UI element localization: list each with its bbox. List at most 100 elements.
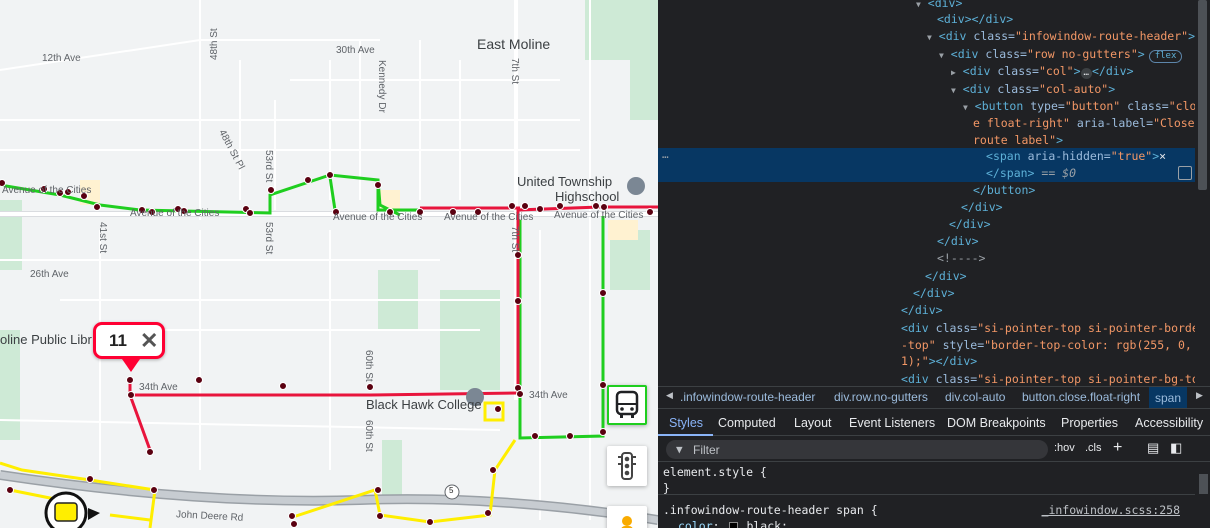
breadcrumb-scroll-right-icon[interactable]: ▶ xyxy=(1196,390,1203,401)
dom-tag: <div> xyxy=(927,0,963,10)
street-41st-st: 41st St xyxy=(97,222,108,254)
dom-node[interactable]: </div> xyxy=(901,302,943,319)
element-style-selector[interactable]: element.style { xyxy=(663,464,767,480)
pegman-icon xyxy=(621,516,633,528)
dom-attr: aria-label xyxy=(1076,116,1147,130)
more-options-icon[interactable]: … xyxy=(662,148,669,161)
dom-node-si-pointer-border[interactable]: <div class="si-pointer-top si-pointer-bo… xyxy=(901,320,1206,337)
dom-node-col-auto[interactable]: ▼ <div class="col-auto"> xyxy=(951,81,1115,98)
dom-attr: style xyxy=(942,338,978,352)
dom-comment-text: <!----> xyxy=(937,251,986,265)
transit-layer-button[interactable] xyxy=(607,385,647,425)
styles-divider xyxy=(658,494,1195,495)
dom-attr: class xyxy=(997,64,1033,78)
styles-scrollbar-track[interactable] xyxy=(1195,462,1210,528)
street-7th-st-south: 7th St xyxy=(509,226,520,253)
dom-attr: class xyxy=(997,82,1033,96)
street-view-button[interactable] xyxy=(607,506,647,528)
dom-attr-value: "button" xyxy=(1064,99,1121,113)
dom-node[interactable]: <div></div> xyxy=(937,11,1013,28)
reveal-in-page-icon[interactable] xyxy=(1178,166,1192,180)
dom-node-button-cont[interactable]: e float-right" aria-label="Close xyxy=(973,115,1195,132)
bus-icon xyxy=(615,390,639,418)
library-label[interactable]: oline Public Libr xyxy=(0,332,92,347)
dom-tag: div xyxy=(969,82,991,96)
dom-node-button[interactable]: ▼ <button type="button" class="clos xyxy=(963,98,1203,115)
dom-node-button-cont2[interactable]: route label"> xyxy=(973,132,1063,149)
breadcrumb-item[interactable]: div.row.no-gutters xyxy=(834,390,928,404)
dom-node-si-pointer-border-cont2[interactable]: 1);"></div> xyxy=(901,353,977,370)
traffic-layer-button[interactable] xyxy=(607,446,647,486)
transit-map[interactable]: East Moline United Township Highschool B… xyxy=(0,0,658,528)
dom-attr-value: "col-auto" xyxy=(1038,82,1109,96)
dom-node[interactable]: </div> xyxy=(913,285,955,302)
dom-node-si-pointer-bg[interactable]: <div class="si-pointer-top si-pointer-bg… xyxy=(901,371,1199,386)
dom-node-span-selected[interactable]: <span aria-hidden="true">× xyxy=(658,148,1195,165)
dom-node-span-selected-close[interactable]: </span> == $0 xyxy=(658,165,1195,182)
college-label[interactable]: Black Hawk College xyxy=(366,397,482,412)
filter-box[interactable]: ▼ xyxy=(666,440,1048,459)
dom-node[interactable]: </button> xyxy=(973,182,1035,199)
street-34th-ave-east: 34th Ave xyxy=(529,390,568,401)
elements-dom-tree[interactable]: ▼ <div> <div></div> ▼ <div class="infowi… xyxy=(658,0,1210,386)
dom-node-col[interactable]: ▶ <div class="col">… </div> xyxy=(951,63,1134,80)
close-icon[interactable]: ✕ xyxy=(140,328,158,354)
street-30th-ave: 30th Ave xyxy=(336,45,375,56)
breadcrumb-item[interactable]: div.col-auto xyxy=(945,390,1005,404)
new-style-rule-icon[interactable]: + xyxy=(1113,439,1122,457)
collapsed-children-pill[interactable]: … xyxy=(1080,68,1092,79)
route-label-popup[interactable]: 11 ✕ xyxy=(93,322,165,372)
dom-attr-value: "si-pointer-top si-pointer-border xyxy=(977,321,1206,335)
tab-accessibility[interactable]: Accessibility xyxy=(1135,416,1203,430)
highschool-label-line1[interactable]: United Township xyxy=(517,174,612,189)
css-rule[interactable]: .infowindow-route-header span { _infowin… xyxy=(663,502,1195,518)
street-60th-st-south: 60th St xyxy=(363,420,374,452)
dom-node[interactable]: </div> xyxy=(961,199,1003,216)
paint-icon[interactable]: ▤ xyxy=(1147,440,1159,456)
dom-node[interactable]: </div> xyxy=(925,268,967,285)
dom-tag: </button> xyxy=(973,183,1036,197)
cls-toggle[interactable]: .cls xyxy=(1085,442,1102,454)
css-source-link[interactable]: _infowindow.scss:258 xyxy=(1042,502,1180,518)
dom-node-infowindow-route-header[interactable]: ▼ <div class="infowindow-route-header"> xyxy=(927,28,1195,45)
css-property-value[interactable]: black; xyxy=(746,519,788,528)
dom-node[interactable]: </div> xyxy=(937,233,979,250)
dom-scrollbar-thumb[interactable] xyxy=(1198,0,1207,190)
dom-text: × xyxy=(1159,149,1167,163)
dom-attr: class xyxy=(1127,99,1162,113)
dom-tag: </div> xyxy=(971,12,1014,26)
tab-event-listeners[interactable]: Event Listeners xyxy=(849,416,935,430)
css-selector[interactable]: .infowindow-route-header span { xyxy=(663,503,878,517)
dom-tag: ></div> xyxy=(928,354,978,368)
dom-comment[interactable]: <!----> xyxy=(937,250,985,267)
devtools-panel[interactable]: ▼ <div> <div></div> ▼ <div class="infowi… xyxy=(658,0,1210,528)
styles-filter-input[interactable] xyxy=(693,441,1033,458)
breadcrumb-item-active[interactable]: span xyxy=(1149,387,1188,408)
highschool-label-line2[interactable]: Highschool xyxy=(555,189,619,204)
color-swatch-icon[interactable] xyxy=(728,522,738,528)
dom-attr-value: -top" xyxy=(901,338,936,352)
street-7th-st: 7th St xyxy=(509,58,520,85)
breadcrumb-item[interactable]: button.close.float-right xyxy=(1022,390,1140,404)
dom-node-row[interactable]: ▼ <div class="row no-gutters"> flex xyxy=(939,46,1183,63)
dom-tag: <div> xyxy=(937,12,972,26)
street-53rd-st-south: 53rd St xyxy=(263,222,274,255)
dom-node-si-pointer-border-cont[interactable]: -top" style="border-top-color: rgb(255, … xyxy=(901,337,1206,354)
hov-toggle[interactable]: :hov xyxy=(1054,442,1075,454)
dom-node[interactable]: </div> xyxy=(949,216,991,233)
styles-scrollbar-thumb[interactable] xyxy=(1199,474,1208,494)
tab-dom-breakpoints[interactable]: DOM Breakpoints xyxy=(947,416,1046,430)
dom-tag: div xyxy=(969,64,991,78)
flex-badge[interactable]: flex xyxy=(1148,50,1183,63)
dom-attr-value: "col" xyxy=(1038,64,1074,78)
tab-properties[interactable]: Properties xyxy=(1061,416,1118,430)
tab-layout[interactable]: Layout xyxy=(794,416,832,430)
breadcrumb-item[interactable]: .infowindow-route-header xyxy=(680,390,815,404)
toggle-sidebar-icon[interactable]: ◧ xyxy=(1170,440,1182,456)
dom-tag: </div> xyxy=(925,269,967,283)
tab-styles[interactable]: Styles xyxy=(669,416,703,430)
css-declaration[interactable]: color: black; xyxy=(678,518,788,528)
tab-computed[interactable]: Computed xyxy=(718,416,776,430)
breadcrumb-scroll-left-icon[interactable]: ◀ xyxy=(666,390,673,401)
css-property-name[interactable]: color xyxy=(678,519,713,528)
